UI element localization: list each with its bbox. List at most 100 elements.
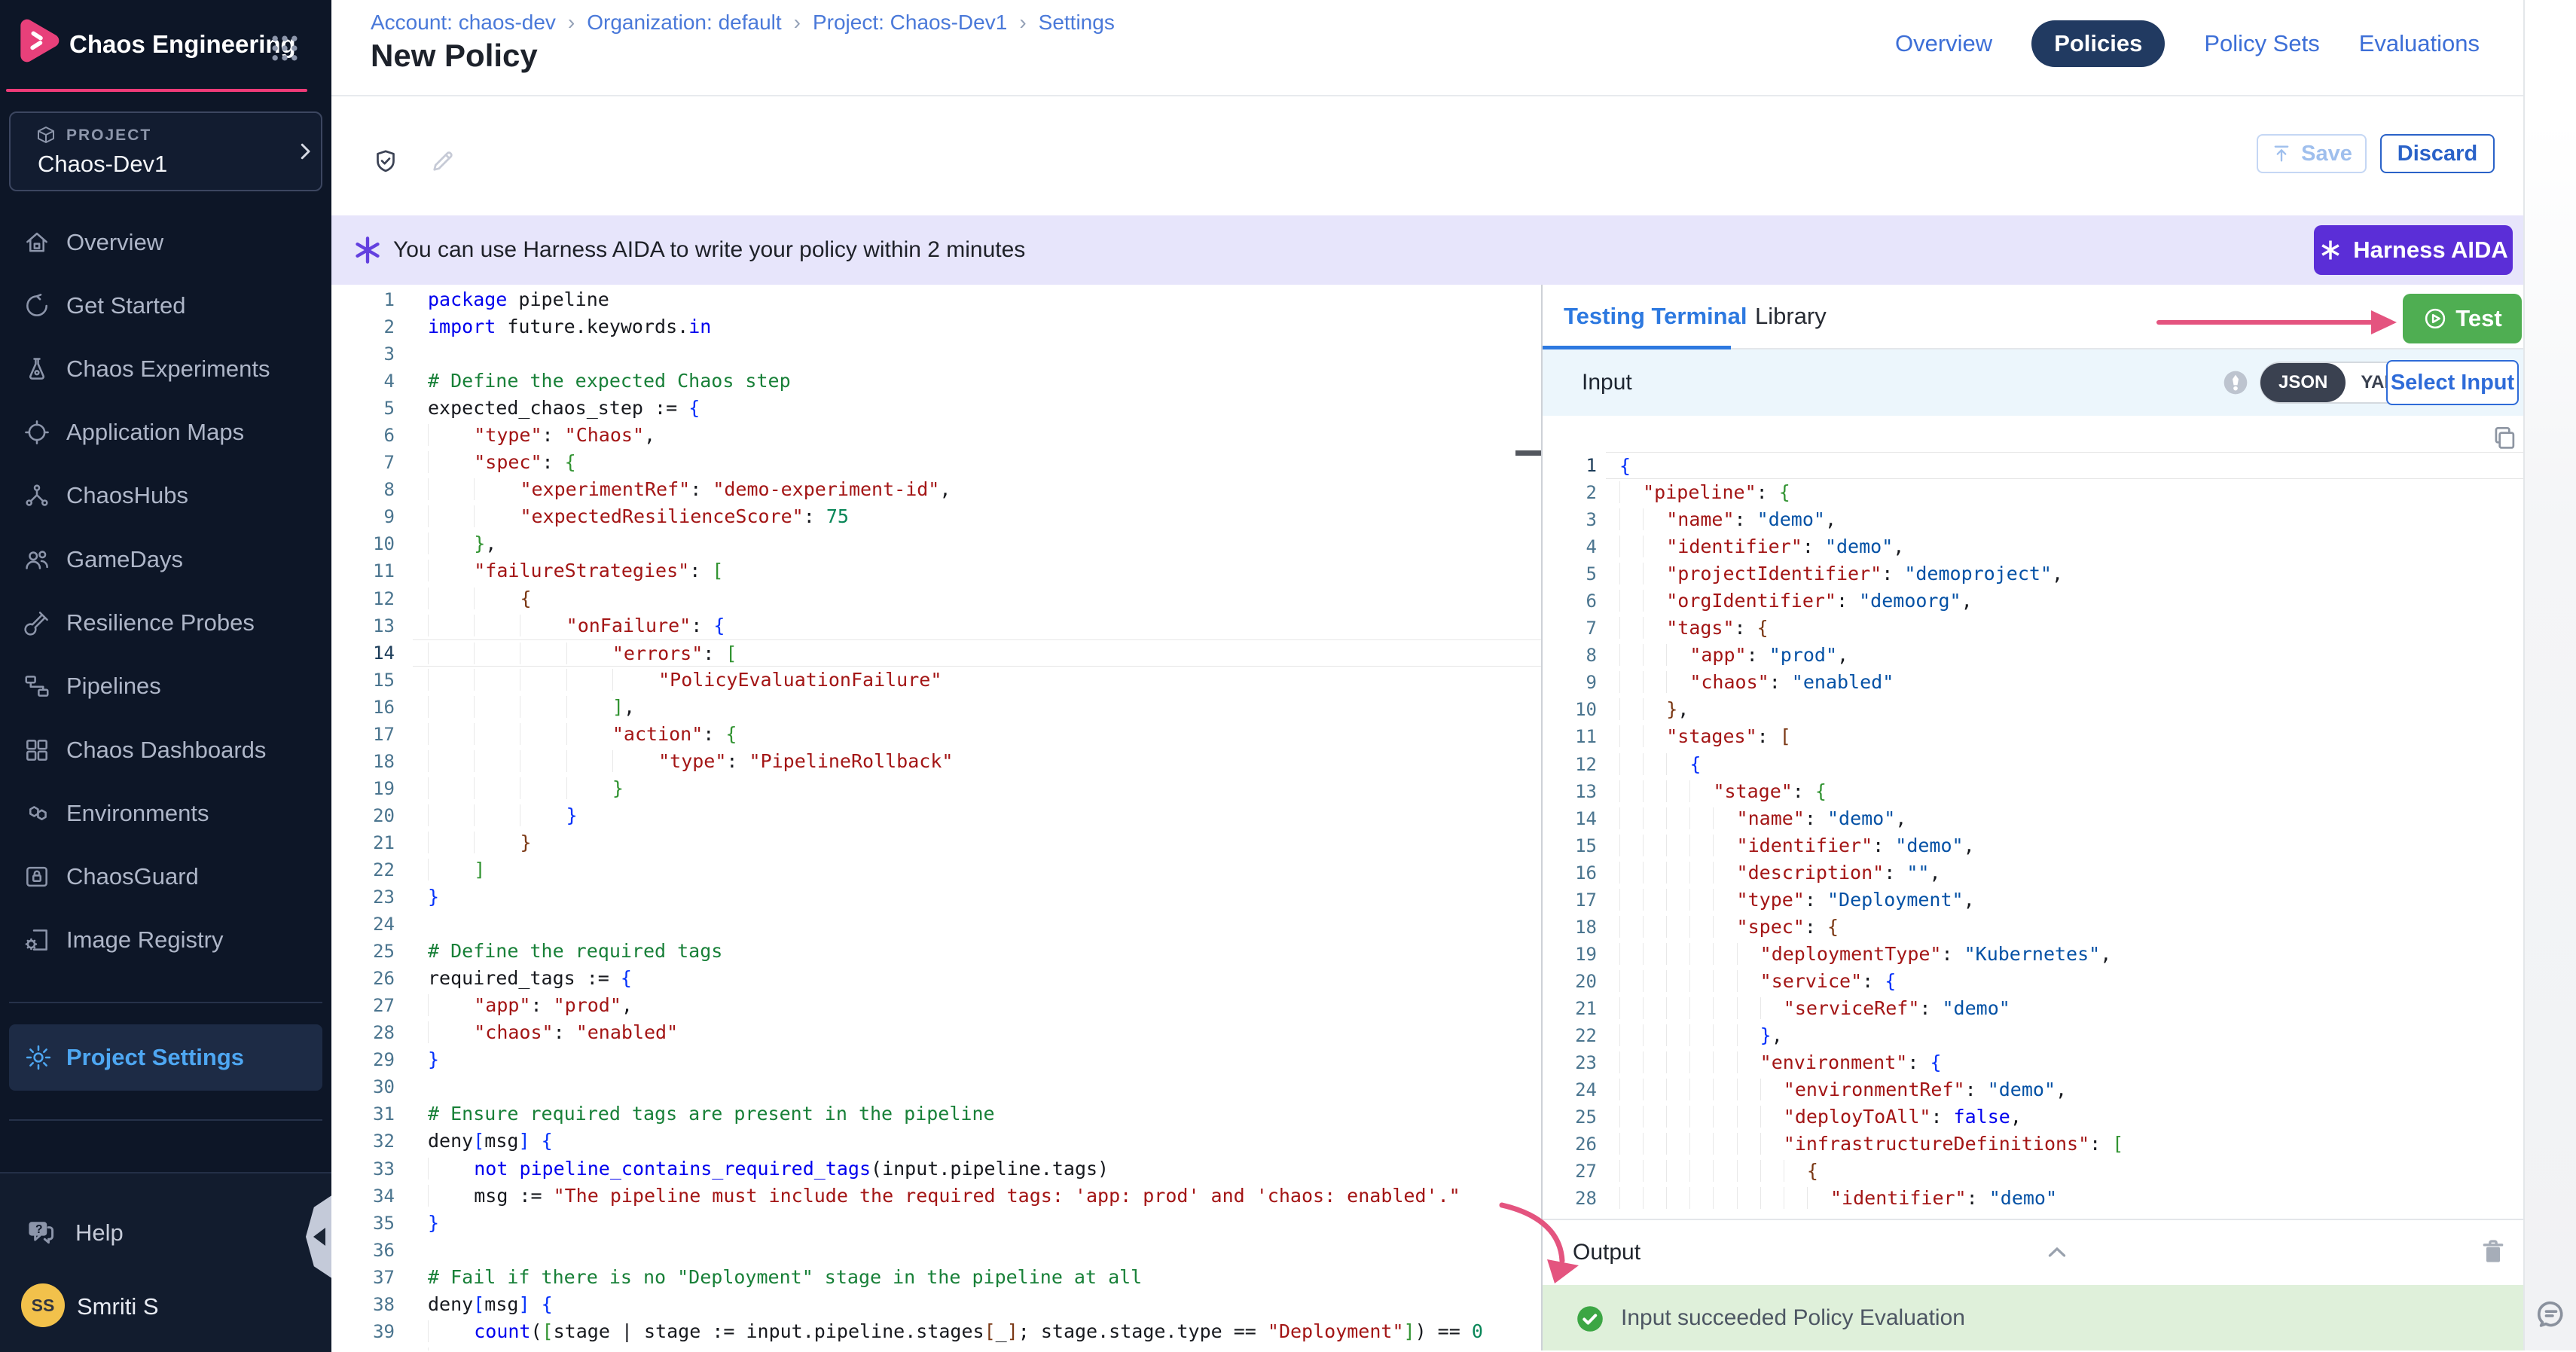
nav-evaluations[interactable]: Evaluations xyxy=(2359,30,2480,57)
code-line[interactable]: 14 "errors": [ xyxy=(331,639,1541,667)
code-line[interactable]: 4# Define the expected Chaos step xyxy=(331,368,1541,395)
code-line[interactable]: 3 xyxy=(331,340,1541,368)
code-line[interactable]: 11 "stages": [ xyxy=(1543,723,2523,750)
code-line[interactable]: 6 "type": "Chaos", xyxy=(331,422,1541,449)
breadcrumb-item[interactable]: Organization: default xyxy=(587,11,781,34)
code-line[interactable]: 21 } xyxy=(331,829,1541,856)
edit-pencil-icon[interactable] xyxy=(429,148,456,175)
code-line[interactable]: 19 "deploymentType": "Kubernetes", xyxy=(1543,941,2523,968)
code-line[interactable]: 2 "pipeline": { xyxy=(1543,479,2523,506)
code-line[interactable]: 5 "projectIdentifier": "demoproject", xyxy=(1543,560,2523,587)
code-line[interactable]: 37# Fail if there is no "Deployment" sta… xyxy=(331,1264,1541,1291)
code-line[interactable]: 8 "app": "prod", xyxy=(1543,642,2523,669)
code-line[interactable]: 20 } xyxy=(331,802,1541,829)
breadcrumb-item[interactable]: Account: chaos-dev xyxy=(371,11,556,34)
sidebar-item-chaos-dashboards[interactable]: Chaos Dashboards xyxy=(0,718,331,783)
code-line[interactable]: 35} xyxy=(331,1210,1541,1237)
code-line[interactable]: 34 msg := "The pipeline must include the… xyxy=(331,1183,1541,1210)
code-line[interactable]: 38deny[msg] { xyxy=(331,1291,1541,1318)
code-line[interactable]: 24 xyxy=(331,911,1541,938)
code-line[interactable]: 28 "identifier": "demo" xyxy=(1543,1185,2523,1212)
code-line[interactable]: 10 }, xyxy=(331,530,1541,557)
code-line[interactable]: 25 "deployToAll": false, xyxy=(1543,1103,2523,1131)
code-line[interactable]: 15 "PolicyEvaluationFailure" xyxy=(331,667,1541,694)
code-line[interactable]: 20 "service": { xyxy=(1543,968,2523,995)
code-line[interactable]: 17 "type": "Deployment", xyxy=(1543,887,2523,914)
code-line[interactable]: 27 "app": "prod", xyxy=(331,992,1541,1019)
code-line[interactable]: 10 }, xyxy=(1543,696,2523,723)
policy-code-editor[interactable]: 1package pipeline2import future.keywords… xyxy=(331,285,1541,1350)
code-line[interactable]: 12 { xyxy=(1543,751,2523,778)
save-button[interactable]: Save xyxy=(2257,134,2367,173)
nav-policies[interactable]: Policies xyxy=(2031,20,2165,67)
help-button[interactable]: ? Help xyxy=(0,1207,331,1259)
code-line[interactable]: 36 xyxy=(331,1237,1541,1264)
sidebar-item-image-registry[interactable]: Image Registry xyxy=(0,908,331,972)
code-line[interactable]: 18 "type": "PipelineRollback" xyxy=(331,748,1541,775)
test-button[interactable]: Test xyxy=(2403,294,2522,343)
code-line[interactable]: 16 "description": "", xyxy=(1543,859,2523,887)
sidebar-item-chaoshubs[interactable]: ChaosHubs xyxy=(0,463,331,528)
code-line[interactable]: 15 "identifier": "demo", xyxy=(1543,832,2523,859)
code-line[interactable]: 31# Ensure required tags are present in … xyxy=(331,1100,1541,1128)
code-line[interactable]: 7 "tags": { xyxy=(1543,615,2523,642)
code-line[interactable]: 6 "orgIdentifier": "demoorg", xyxy=(1543,587,2523,615)
copy-icon[interactable] xyxy=(2490,423,2519,452)
code-line[interactable]: 26required_tags := { xyxy=(331,965,1541,992)
input-json-editor[interactable]: 1{2 "pipeline": {3 "name": "demo",4 "ide… xyxy=(1543,416,2523,1219)
code-line[interactable]: 7 "spec": { xyxy=(331,449,1541,476)
format-option-json[interactable]: JSON xyxy=(2260,363,2346,402)
code-line[interactable]: 8 "experimentRef": "demo-experiment-id", xyxy=(331,476,1541,503)
code-line[interactable]: 4 "identifier": "demo", xyxy=(1543,533,2523,560)
support-chat-icon[interactable] xyxy=(2534,1297,2568,1332)
code-line[interactable]: 23 "environment": { xyxy=(1543,1049,2523,1076)
sidebar-item-overview[interactable]: Overview xyxy=(0,210,331,275)
code-line[interactable]: 16 ], xyxy=(331,694,1541,721)
code-line[interactable]: 22 }, xyxy=(1543,1022,2523,1049)
code-line[interactable]: 17 "action": { xyxy=(331,721,1541,748)
code-line[interactable]: 29} xyxy=(331,1046,1541,1073)
code-line[interactable]: 18 "spec": { xyxy=(1543,914,2523,941)
code-line[interactable]: 23} xyxy=(331,884,1541,911)
discard-button[interactable]: Discard xyxy=(2380,134,2495,173)
code-line[interactable]: 13 "stage": { xyxy=(1543,778,2523,805)
tab-testing-terminal[interactable]: Testing Terminal xyxy=(1564,303,1747,330)
split-drag-handle[interactable] xyxy=(1515,450,1541,456)
code-line[interactable]: 40 msg := "The pipeline must include a '… xyxy=(331,1345,1541,1350)
sidebar-item-project-settings[interactable]: Project Settings xyxy=(9,1024,322,1091)
breadcrumb-item[interactable]: Settings xyxy=(1039,11,1115,34)
code-line[interactable]: 28 "chaos": "enabled" xyxy=(331,1019,1541,1046)
code-line[interactable]: 14 "name": "demo", xyxy=(1543,805,2523,832)
breadcrumb-item[interactable]: Project: Chaos-Dev1 xyxy=(813,11,1007,34)
code-line[interactable]: 9 "expectedResilienceScore": 75 xyxy=(331,503,1541,530)
sidebar-item-chaosguard[interactable]: ChaosGuard xyxy=(0,844,331,909)
code-line[interactable]: 1package pipeline xyxy=(331,286,1541,313)
tab-library[interactable]: Library xyxy=(1755,303,1827,330)
sidebar-item-get-started[interactable]: Get Started xyxy=(0,273,331,338)
trash-icon[interactable] xyxy=(2478,1237,2508,1267)
code-line[interactable]: 26 "infrastructureDefinitions": [ xyxy=(1543,1131,2523,1158)
select-input-button[interactable]: Select Input xyxy=(2386,360,2519,405)
code-line[interactable]: 30 xyxy=(331,1073,1541,1100)
code-line[interactable]: 3 "name": "demo", xyxy=(1543,506,2523,533)
code-line[interactable]: 21 "serviceRef": "demo" xyxy=(1543,995,2523,1022)
code-line[interactable]: 39 count([stage | stage := input.pipelin… xyxy=(331,1318,1541,1345)
sidebar-item-resilience-probes[interactable]: Resilience Probes xyxy=(0,591,331,655)
code-line[interactable]: 11 "failureStrategies": [ xyxy=(331,557,1541,584)
code-line[interactable]: 27 { xyxy=(1543,1158,2523,1185)
code-line[interactable]: 33 not pipeline_contains_required_tags(i… xyxy=(331,1155,1541,1183)
code-line[interactable]: 9 "chaos": "enabled" xyxy=(1543,669,2523,696)
code-line[interactable]: 5expected_chaos_step := { xyxy=(331,395,1541,422)
code-line[interactable]: 1{ xyxy=(1543,452,2523,479)
sidebar-item-chaos-experiments[interactable]: Chaos Experiments xyxy=(0,337,331,401)
nav-overview[interactable]: Overview xyxy=(1895,30,1992,57)
code-line[interactable]: 19 } xyxy=(331,775,1541,802)
policy-shield-check-icon[interactable] xyxy=(372,148,399,175)
code-line[interactable]: 2import future.keywords.in xyxy=(331,313,1541,340)
chevron-up-icon[interactable] xyxy=(2043,1238,2071,1267)
code-line[interactable]: 13 "onFailure": { xyxy=(331,612,1541,639)
sidebar-item-pipelines[interactable]: Pipelines xyxy=(0,654,331,719)
code-line[interactable]: 25# Define the required tags xyxy=(331,938,1541,965)
user-menu[interactable]: SS Smriti S xyxy=(0,1280,331,1333)
code-line[interactable]: 12 { xyxy=(331,585,1541,612)
